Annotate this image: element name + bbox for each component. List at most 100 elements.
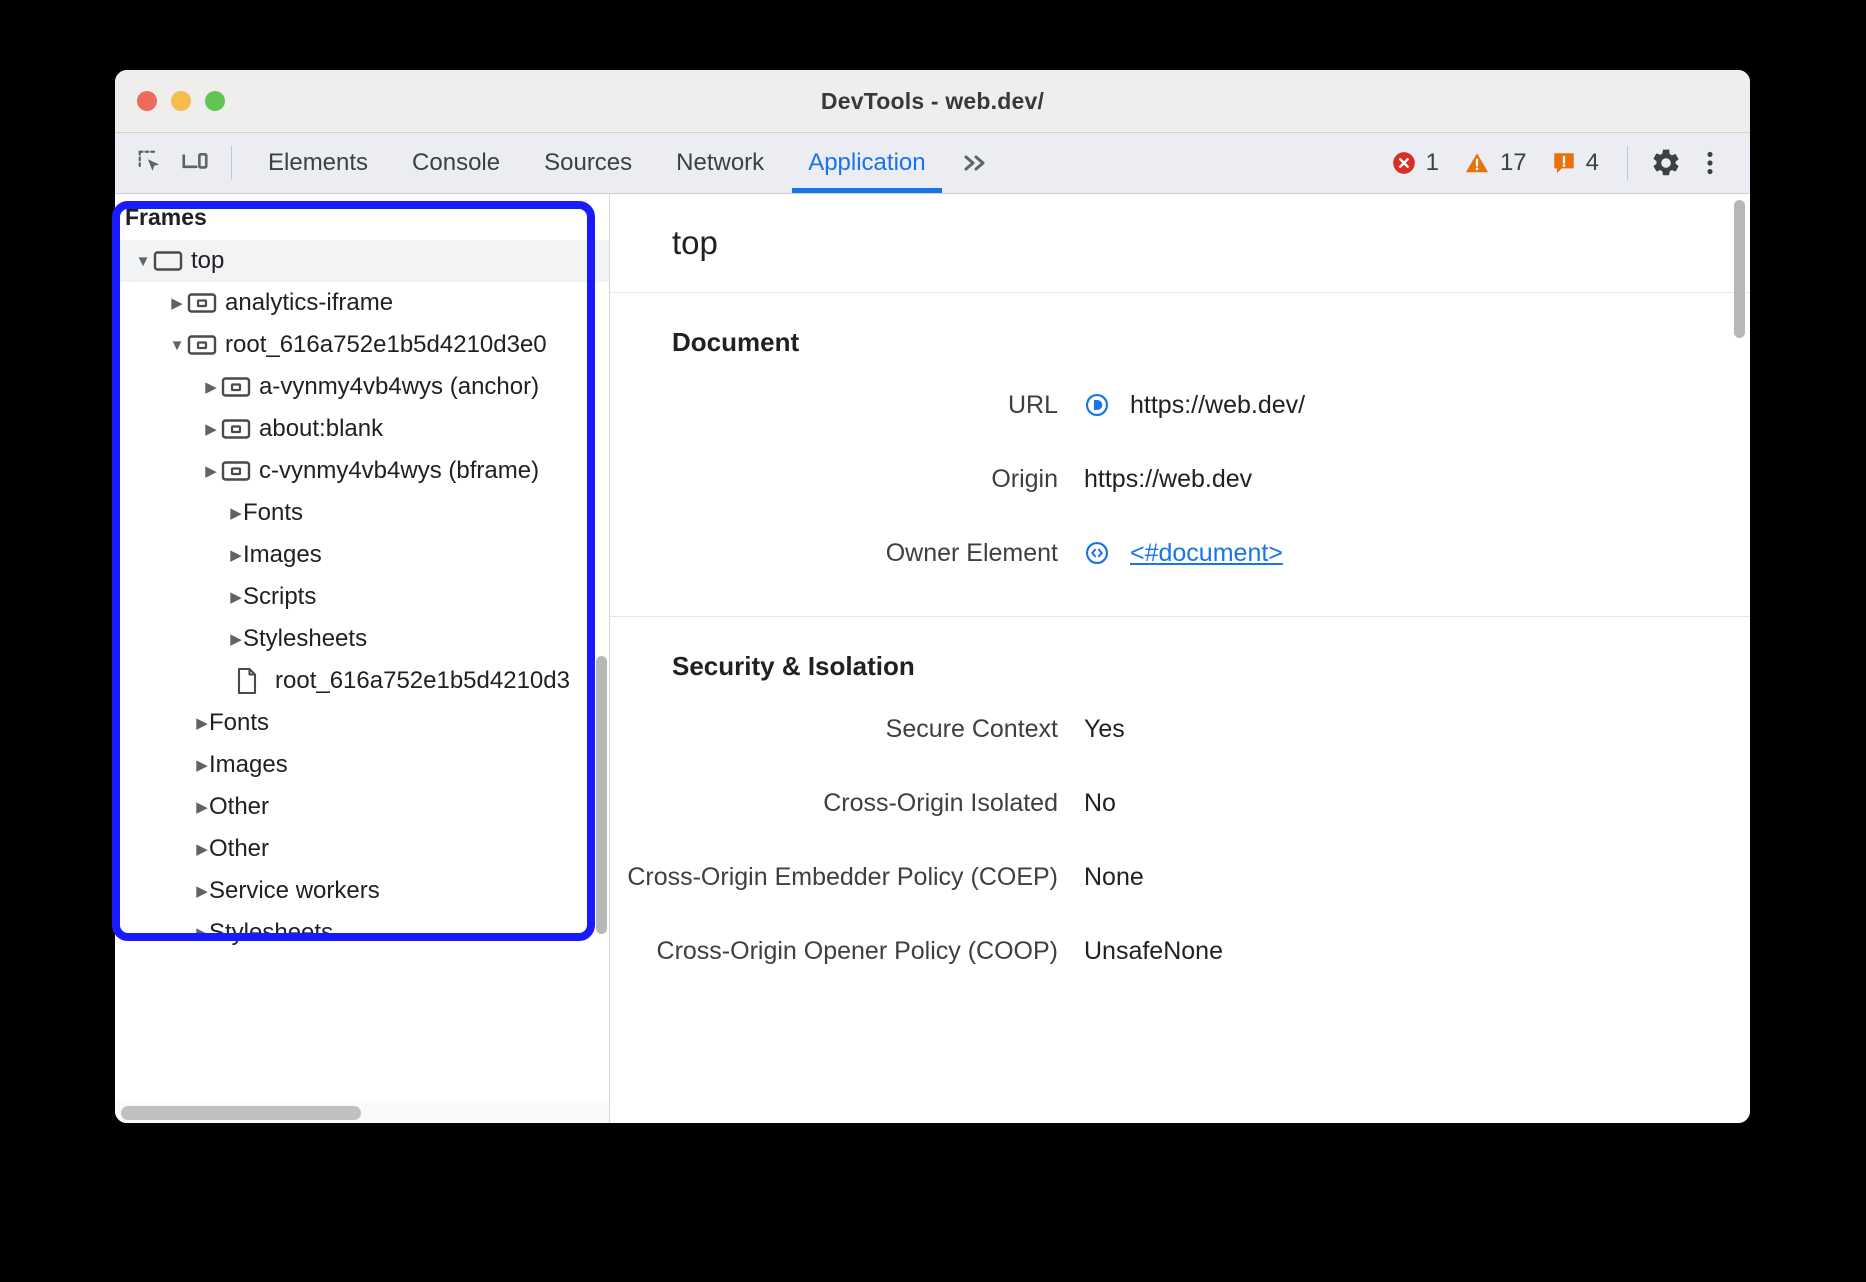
chevron-right-icon[interactable]: ▶ [201, 462, 221, 480]
tab-console[interactable]: Console [390, 133, 522, 193]
iframe-icon [221, 375, 251, 399]
devtools-window: DevTools - web.dev/ [115, 70, 1750, 1123]
tab-label: Console [412, 149, 500, 177]
details-section-title: Document [610, 327, 1750, 358]
issue-counters: 1 17 [1379, 149, 1611, 177]
frames-tree-horizontal-scrollbar[interactable] [121, 1106, 361, 1120]
frames-tree-row-label: analytics-iframe [225, 289, 393, 317]
toolbar-divider-right [1627, 146, 1628, 180]
details-row-value-text[interactable]: <#document> [1130, 539, 1283, 568]
settings-button[interactable] [1644, 141, 1688, 185]
details-row: Secure ContextYes [610, 692, 1750, 766]
chevron-right-icon[interactable]: ▶ [201, 420, 221, 438]
window-titlebar: DevTools - web.dev/ [115, 70, 1750, 133]
frames-tree-row[interactable]: root_616a752e1b5d4210d3 [115, 660, 609, 702]
frame-details-pane: top DocumentURLhttps://web.dev/Originhtt… [610, 194, 1750, 1123]
chevron-right-icon[interactable]: ▶ [195, 756, 209, 774]
frames-tree-row[interactable]: ▶Other [115, 828, 609, 870]
chevron-double-right-icon [958, 149, 992, 177]
warning-counter[interactable]: 17 [1451, 149, 1539, 177]
frames-tree-row[interactable]: ▶Scripts [115, 576, 609, 618]
tab-label: Sources [544, 149, 632, 177]
issue-icon [1551, 150, 1577, 176]
frames-tree-row-label: Service workers [209, 877, 380, 905]
iframe-icon [221, 417, 251, 441]
devtools-tab-bar: Elements Console Sources Network Applica… [246, 133, 948, 193]
tab-sources[interactable]: Sources [522, 133, 654, 193]
chevron-right-icon[interactable]: ▶ [195, 882, 209, 900]
frames-tree-row[interactable]: ▶ analytics-iframe [115, 282, 609, 324]
error-counter[interactable]: 1 [1379, 149, 1451, 177]
chevron-right-icon[interactable]: ▶ [229, 588, 243, 606]
tab-elements[interactable]: Elements [246, 133, 390, 193]
frame-details-vertical-scrollbar[interactable] [1734, 200, 1745, 338]
details-row: Cross-Origin IsolatedNo [610, 766, 1750, 840]
details-section: Security & IsolationSecure ContextYesCro… [610, 617, 1750, 988]
inspect-element-icon [136, 148, 166, 178]
chevron-right-icon[interactable]: ▶ [195, 714, 209, 732]
chevron-right-icon[interactable]: ▶ [229, 504, 243, 522]
window-title: DevTools - web.dev/ [115, 88, 1750, 115]
more-tabs-button[interactable] [948, 149, 1008, 177]
iframe-icon [221, 459, 251, 483]
device-toolbar-button[interactable] [173, 141, 217, 185]
device-toolbar-icon [180, 148, 210, 178]
frames-tree-row-label: a-vynmy4vb4wys (anchor) [259, 373, 539, 401]
tab-label: Network [676, 149, 764, 177]
details-row: Cross-Origin Opener Policy (COOP)UnsafeN… [610, 914, 1750, 988]
chevron-right-icon[interactable]: ▶ [167, 294, 187, 312]
issue-counter[interactable]: 4 [1539, 149, 1611, 177]
details-row-value-text: None [1084, 863, 1144, 892]
tab-application[interactable]: Application [786, 133, 947, 193]
chevron-right-icon[interactable]: ▶ [195, 798, 209, 816]
frames-tree-vertical-scrollbar[interactable] [596, 656, 607, 934]
code-element-icon [1084, 540, 1110, 566]
frames-tree-row[interactable]: ▶Images [115, 534, 609, 576]
frames-tree-row[interactable]: ▶Images [115, 744, 609, 786]
more-vertical-icon [1697, 148, 1723, 178]
chevron-right-icon[interactable]: ▶ [229, 630, 243, 648]
frames-tree-row[interactable]: ▶c-vynmy4vb4wys (bframe) [115, 450, 609, 492]
details-row-value: No [1084, 789, 1116, 818]
chevron-right-icon[interactable]: ▶ [195, 924, 209, 942]
details-row-value: None [1084, 863, 1144, 892]
frames-tree-row-label: root_616a752e1b5d4210d3 [275, 667, 570, 695]
frames-tree[interactable]: ▼top▶analytics-iframe▼root_616a752e1b5d4… [115, 240, 609, 954]
chevron-down-icon[interactable]: ▼ [167, 337, 187, 354]
frames-tree-row[interactable]: ▼root_616a752e1b5d4210d3e0 [115, 324, 609, 366]
details-row-key: Secure Context [610, 715, 1084, 744]
tab-network[interactable]: Network [654, 133, 786, 193]
frames-tree-row[interactable]: ▶Stylesheets [115, 912, 609, 954]
frames-tree-row[interactable]: ▶ a-vynmy4vb4wys (anchor) [115, 366, 609, 408]
frames-tree-row[interactable]: ▶about:blank [115, 408, 609, 450]
error-icon [1391, 150, 1417, 176]
chevron-down-icon[interactable]: ▼ [133, 253, 153, 270]
details-row: Originhttps://web.dev [610, 442, 1750, 516]
details-row-value: https://web.dev/ [1084, 391, 1305, 420]
frames-tree-row-label: Images [209, 751, 288, 779]
details-row-value-text: https://web.dev/ [1130, 391, 1305, 420]
details-row-value[interactable]: <#document> [1084, 539, 1283, 568]
issue-count: 4 [1586, 149, 1599, 177]
chevron-right-icon[interactable]: ▶ [195, 840, 209, 858]
inspect-element-button[interactable] [129, 141, 173, 185]
details-row-value: https://web.dev [1084, 465, 1252, 494]
details-row: Owner Element<#document> [610, 516, 1750, 590]
frames-tree-row[interactable]: ▶Fonts [115, 702, 609, 744]
frames-tree-row[interactable]: ▶Stylesheets [115, 618, 609, 660]
error-count: 1 [1426, 149, 1439, 177]
frames-tree-row[interactable]: ▶Fonts [115, 492, 609, 534]
chevron-right-icon[interactable]: ▶ [229, 546, 243, 564]
details-section-title: Security & Isolation [610, 651, 1750, 682]
details-row-key: Origin [610, 465, 1084, 494]
more-options-button[interactable] [1688, 141, 1732, 185]
screenshot-root: DevTools - web.dev/ [0, 0, 1866, 1282]
frames-tree-row[interactable]: ▼top [115, 240, 609, 282]
frames-tree-row[interactable]: ▶Service workers [115, 870, 609, 912]
iframe-icon [187, 291, 217, 315]
frames-tree-row-label: Stylesheets [243, 625, 367, 653]
devtools-toolbar: Elements Console Sources Network Applica… [115, 133, 1750, 194]
frames-tree-row-label: Fonts [243, 499, 303, 527]
frames-tree-row[interactable]: ▶Other [115, 786, 609, 828]
chevron-right-icon[interactable]: ▶ [201, 378, 221, 396]
